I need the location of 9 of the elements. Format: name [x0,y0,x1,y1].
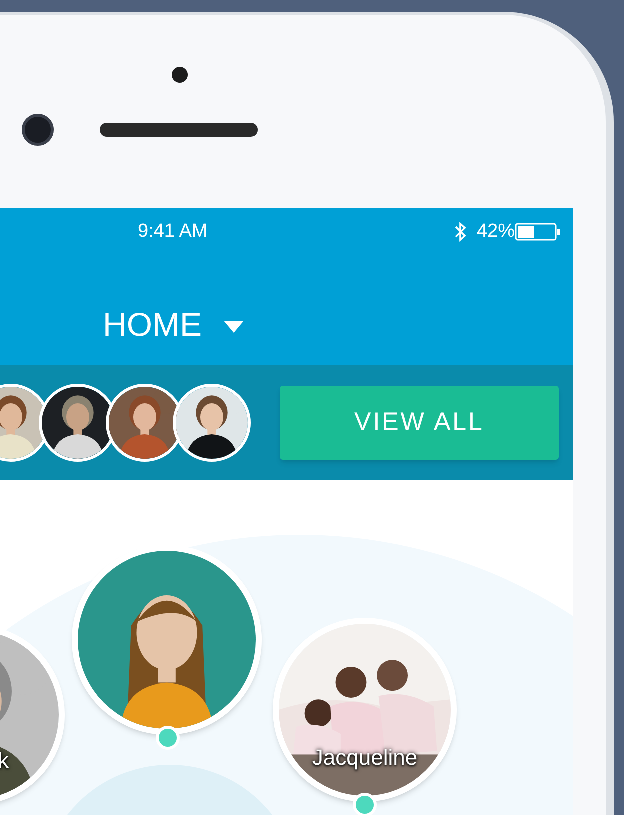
battery-percent: 42% [476,220,515,244]
header-title[interactable]: HOME [103,300,202,350]
sensor-icon [172,67,188,83]
camera-icon [22,114,54,146]
status-time: 9:41 AM [138,220,208,244]
battery-icon [515,222,561,242]
bluetooth-icon [454,221,467,243]
caret-icon[interactable] [224,320,244,333]
speaker-icon [100,123,258,137]
